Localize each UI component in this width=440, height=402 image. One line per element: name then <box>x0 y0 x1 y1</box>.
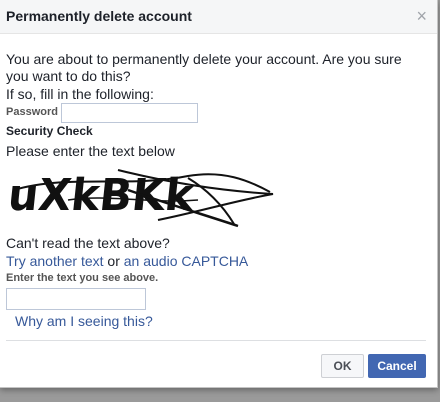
captcha-text: uXkBKk <box>8 170 198 221</box>
try-another-text-link[interactable]: Try another text <box>6 253 104 269</box>
captcha-input[interactable] <box>6 288 146 310</box>
ok-button[interactable]: OK <box>321 354 364 378</box>
captcha-instruction: Please enter the text below <box>6 143 175 159</box>
delete-account-dialog: Permanently delete account × You are abo… <box>0 0 438 388</box>
why-am-i-seeing-this-link[interactable]: Why am I seeing this? <box>15 313 153 329</box>
close-icon[interactable]: × <box>416 7 427 25</box>
captcha-alternatives: Try another text or an audio CAPTCHA <box>6 253 248 270</box>
captcha-image: uXkBKk <box>8 169 274 228</box>
cant-read-text: Can't read the text above? <box>6 235 170 251</box>
security-check-heading: Security Check <box>6 124 93 138</box>
password-field[interactable] <box>61 103 198 123</box>
captcha-input-label: Enter the text you see above. <box>6 272 159 284</box>
instruction-text: If so, fill in the following: <box>6 86 154 102</box>
password-label: Password <box>6 106 58 118</box>
or-text: or <box>103 253 124 269</box>
cancel-button[interactable]: Cancel <box>368 354 426 378</box>
footer-divider <box>6 340 426 341</box>
dialog-header: Permanently delete account × <box>0 0 437 34</box>
dialog-title: Permanently delete account <box>6 8 192 24</box>
audio-captcha-link[interactable]: an audio CAPTCHA <box>124 253 249 269</box>
intro-text: You are about to permanently delete your… <box>6 51 402 84</box>
